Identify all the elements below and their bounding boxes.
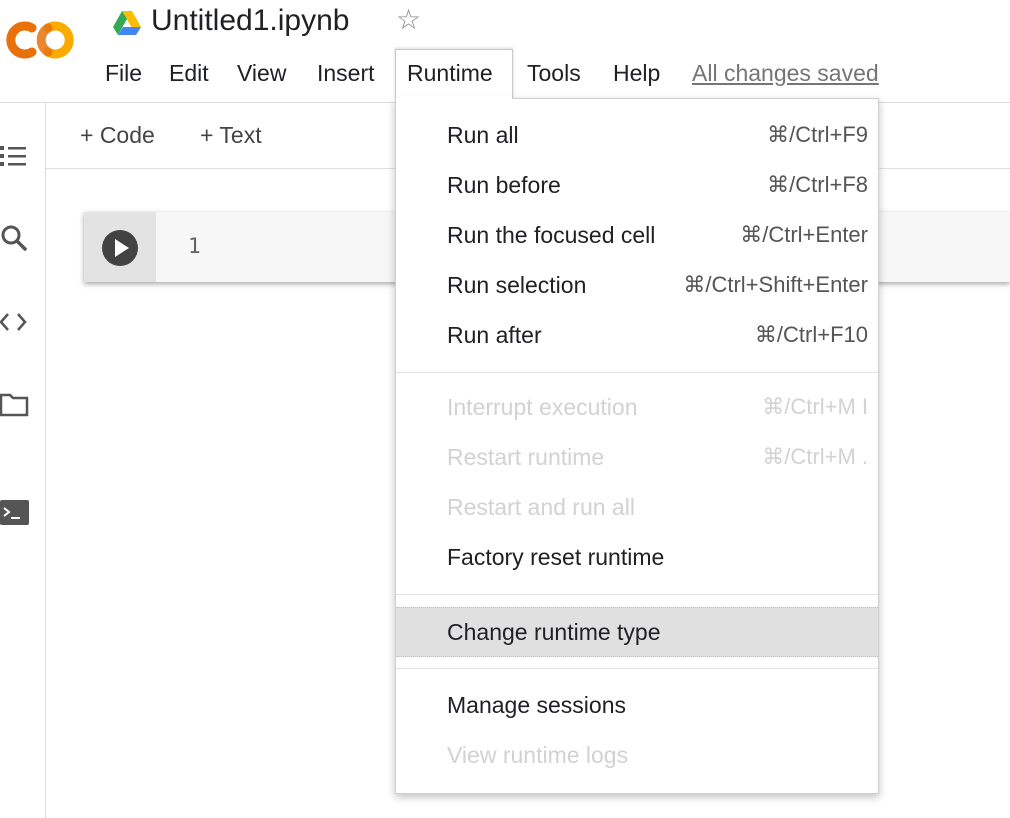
code-snippets-icon[interactable] xyxy=(0,306,32,338)
table-of-contents-icon[interactable] xyxy=(0,140,32,172)
menu-item-label: Run selection xyxy=(447,272,587,298)
menu-item-restart-runtime: Restart runtime ⌘/Ctrl+M . xyxy=(396,433,878,483)
add-code-button[interactable]: + Code xyxy=(80,122,155,149)
save-status-link[interactable]: All changes saved xyxy=(692,60,879,87)
menu-item-view-runtime-logs: View runtime logs xyxy=(396,731,878,781)
menu-item-restart-and-run-all: Restart and run all xyxy=(396,483,878,533)
menu-item-shortcut: ⌘/Ctrl+M . xyxy=(762,444,868,469)
menu-item-run-before[interactable]: Run before ⌘/Ctrl+F8 xyxy=(396,161,878,211)
menu-item-label: Manage sessions xyxy=(447,692,626,718)
line-number: 1 xyxy=(188,234,201,258)
menu-tools[interactable]: Tools xyxy=(527,60,581,87)
colab-logo[interactable] xyxy=(2,16,78,64)
menu-item-shortcut: ⌘/Ctrl+F8 xyxy=(767,172,868,197)
menu-edit[interactable]: Edit xyxy=(169,60,209,87)
star-icon[interactable]: ☆ xyxy=(396,6,421,34)
menu-item-label: Restart and run all xyxy=(447,494,635,520)
menu-item-label: Run before xyxy=(447,172,561,198)
menu-insert[interactable]: Insert xyxy=(317,60,375,87)
terminal-icon[interactable] xyxy=(0,497,32,529)
menu-item-shortcut: ⌘/Ctrl+F9 xyxy=(767,122,868,147)
notebook-title[interactable]: Untitled1.ipynb xyxy=(151,4,349,38)
dropdown-tab-joint xyxy=(396,96,512,100)
menu-item-factory-reset-runtime[interactable]: Factory reset runtime xyxy=(396,533,878,583)
menu-runtime[interactable]: Runtime xyxy=(407,60,493,87)
menu-item-shortcut: ⌘/Ctrl+M I xyxy=(762,394,868,419)
menu-item-shortcut: ⌘/Ctrl+F10 xyxy=(754,322,868,347)
menu-file[interactable]: File xyxy=(105,60,142,87)
play-icon xyxy=(115,239,129,257)
menu-item-run-focused-cell[interactable]: Run the focused cell ⌘/Ctrl+Enter xyxy=(396,211,878,261)
menu-item-interrupt-execution: Interrupt execution ⌘/Ctrl+M I xyxy=(396,383,878,433)
menu-item-run-after[interactable]: Run after ⌘/Ctrl+F10 xyxy=(396,311,878,361)
menu-separator xyxy=(396,668,878,669)
add-text-button[interactable]: + Text xyxy=(200,122,262,149)
menu-item-change-runtime-type[interactable]: Change runtime type xyxy=(396,607,878,657)
menu-item-label: Interrupt execution xyxy=(447,394,638,420)
files-folder-icon[interactable] xyxy=(0,389,32,421)
menu-item-manage-sessions[interactable]: Manage sessions xyxy=(396,681,878,731)
google-drive-icon xyxy=(113,11,141,35)
menu-separator xyxy=(396,594,878,595)
menu-item-label: Factory reset runtime xyxy=(447,544,665,570)
menu-separator xyxy=(396,372,878,373)
menu-view[interactable]: View xyxy=(237,60,286,87)
menu-item-shortcut: ⌘/Ctrl+Shift+Enter xyxy=(683,272,868,297)
menu-item-label: View runtime logs xyxy=(447,742,629,768)
menu-item-label: Restart runtime xyxy=(447,444,605,470)
menu-item-shortcut: ⌘/Ctrl+Enter xyxy=(740,222,868,247)
menu-item-label: Run all xyxy=(447,122,519,148)
search-icon[interactable] xyxy=(0,222,32,254)
menu-item-label: Change runtime type xyxy=(447,619,661,645)
menu-item-label: Run the focused cell xyxy=(447,222,656,248)
menu-item-label: Run after xyxy=(447,322,542,348)
menu-item-run-all[interactable]: Run all ⌘/Ctrl+F9 xyxy=(396,111,878,161)
menu-item-run-selection[interactable]: Run selection ⌘/Ctrl+Shift+Enter xyxy=(396,261,878,311)
left-rail-divider xyxy=(45,103,46,818)
menu-help[interactable]: Help xyxy=(613,60,660,87)
